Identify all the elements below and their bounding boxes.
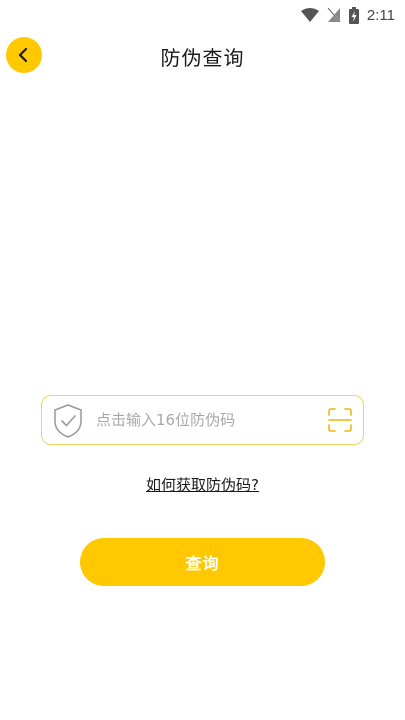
battery-charging-icon (348, 6, 359, 24)
wifi-icon (300, 8, 319, 22)
code-input-box[interactable] (41, 395, 364, 445)
status-bar: 2:11 (0, 0, 405, 30)
page-title: 防伪查询 (160, 46, 245, 70)
shield-check-icon (54, 404, 82, 438)
status-icons: 2:11 (300, 4, 395, 26)
screen: 2:11 防伪查询 如何获取防伪码? 查询 (0, 0, 405, 720)
no-sim-icon (327, 7, 341, 23)
status-time: 2:11 (366, 6, 395, 24)
code-input[interactable] (96, 406, 316, 434)
query-button[interactable]: 查询 (80, 538, 325, 586)
how-to-get-code-link[interactable]: 如何获取防伪码? (0, 474, 405, 495)
scan-icon[interactable] (327, 407, 353, 433)
